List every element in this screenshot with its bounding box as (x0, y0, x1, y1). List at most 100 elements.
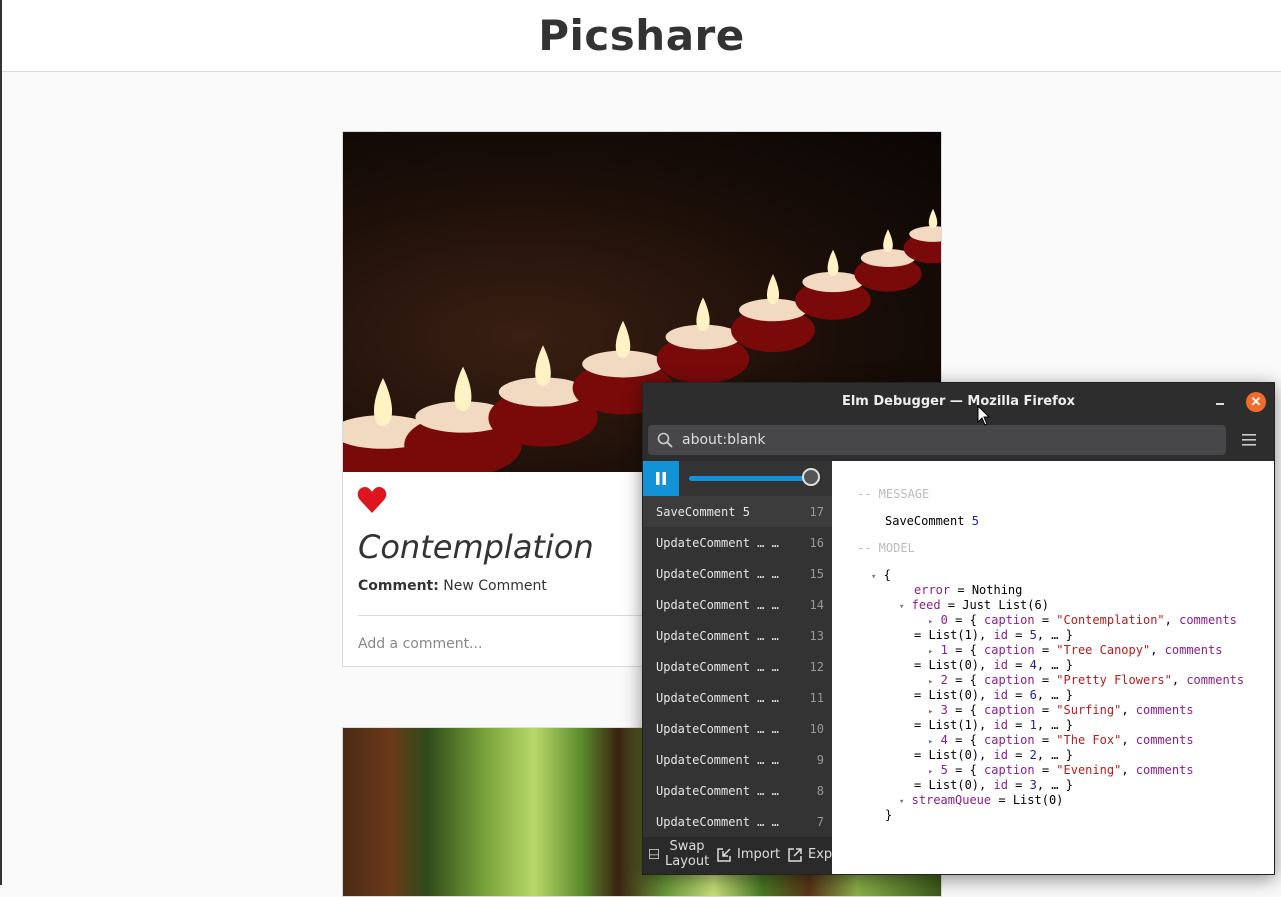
field-value: List(0) (1012, 793, 1064, 807)
comment: Comment: New Comment (358, 578, 547, 594)
comment-input[interactable] (358, 632, 648, 656)
caption-key: caption (984, 643, 1035, 657)
feed-item[interactable]: ▸ 0 = { caption = "Contemplation", comme… (928, 613, 1237, 627)
comments-key: comments (1135, 733, 1194, 747)
caption-key: caption (984, 673, 1035, 687)
expand-caret-icon[interactable]: ▾ (899, 602, 904, 612)
layout-icon (649, 849, 659, 859)
message-item[interactable]: UpdateComment … … 15 (643, 558, 832, 589)
message-item[interactable]: UpdateComment … … 10 (643, 713, 832, 744)
field-value: Nothing (971, 583, 1023, 597)
id-key: id (993, 778, 1008, 792)
message-item[interactable]: UpdateComment … … 8 (643, 775, 832, 806)
item-index: 2 (940, 673, 948, 687)
message-section-label: -- MESSAGE (857, 487, 930, 501)
export-icon (788, 847, 802, 862)
item-id: 5 (1029, 628, 1037, 642)
comments-key: comments (1135, 703, 1194, 717)
menu-icon[interactable] (1242, 434, 1256, 446)
caption-key: caption (984, 763, 1035, 777)
candle-flame (766, 274, 780, 304)
message-item[interactable]: UpdateComment … … 13 (643, 620, 832, 651)
item-id: 1 (1029, 718, 1037, 732)
item-caption: "Tree Canopy" (1056, 643, 1151, 657)
pause-button[interactable] (643, 461, 679, 496)
message-list: SaveComment 5 17 UpdateComment … … 16 Upda… (643, 496, 832, 837)
model-field-feed[interactable]: ▾ feed = Just List(6) (899, 598, 1049, 612)
model-section-label: -- MODEL (857, 541, 915, 555)
message-name: SaveComment 5 (656, 504, 750, 519)
expand-caret-icon[interactable]: ▸ (928, 737, 933, 747)
item-id: 2 (1029, 748, 1037, 762)
candle-flame (827, 249, 839, 276)
item-caption: "Contemplation" (1056, 613, 1165, 627)
item-index: 4 (940, 733, 948, 747)
message-name: UpdateComment … … (656, 628, 779, 643)
feed-item-continuation: = List(0), id = 4, … } (914, 658, 1073, 672)
item-index: 3 (940, 703, 948, 717)
app-header: Picshare (2, 0, 1281, 72)
message-name: UpdateComment … … (656, 690, 779, 705)
feed-item-continuation: = List(1), id = 5, … } (914, 628, 1073, 642)
feed-item[interactable]: ▸ 5 = { caption = "Evening", comments (928, 763, 1194, 777)
feed-item-continuation: = List(0), id = 3, … } (914, 778, 1073, 792)
model-root[interactable]: ▾ { (871, 568, 891, 582)
expand-caret-icon[interactable]: ▸ (928, 707, 933, 717)
item-comments: List(0) (928, 778, 980, 792)
import-button[interactable]: Import (717, 847, 780, 862)
expand-caret-icon[interactable]: ▸ (928, 617, 933, 627)
message-name: UpdateComment … … (656, 783, 779, 798)
window-title: Elm Debugger — Mozilla Firefox (841, 393, 1076, 409)
id-key: id (993, 718, 1008, 732)
item-comments: List(1) (928, 628, 980, 642)
feed-item-continuation: = List(0), id = 2, … } (914, 748, 1073, 762)
message-item[interactable]: UpdateComment … … 9 (643, 744, 832, 775)
expand-caret-icon[interactable]: ▾ (899, 797, 904, 807)
expand-caret-icon[interactable]: ▸ (928, 647, 933, 657)
close-button[interactable]: ✕ (1246, 392, 1266, 412)
message-item[interactable]: SaveComment 5 17 (643, 496, 832, 527)
candle-flame (696, 297, 710, 331)
message-index: 12 (809, 659, 824, 674)
model-field-streamqueue[interactable]: ▾ streamQueue = List(0) (899, 793, 1063, 807)
message-item[interactable]: UpdateComment … … 12 (643, 651, 832, 682)
url-bar[interactable]: about:blank (648, 425, 1226, 455)
feed-item[interactable]: ▸ 3 = { caption = "Surfing", comments (928, 703, 1194, 717)
message-item[interactable]: UpdateComment … … 14 (643, 589, 832, 620)
feed-item[interactable]: ▸ 4 = { caption = "The Fox", comments (928, 733, 1194, 747)
message-name: UpdateComment … … (656, 814, 779, 829)
slider-handle[interactable] (802, 468, 820, 486)
model-field-error: error = Nothing (914, 583, 1023, 597)
comments-key: comments (1164, 643, 1223, 657)
item-comments: List(0) (928, 748, 980, 762)
item-comments: List(1) (928, 718, 980, 732)
minimize-button[interactable] (1213, 393, 1227, 407)
caption-key: caption (984, 733, 1035, 747)
message-index: 8 (816, 783, 824, 798)
message-item[interactable]: UpdateComment … … 16 (643, 527, 832, 558)
message-index: 7 (816, 814, 824, 829)
message-name: UpdateComment … … (656, 566, 779, 581)
feed-item[interactable]: ▸ 2 = { caption = "Pretty Flowers", comm… (928, 673, 1244, 687)
window-titlebar[interactable]: Elm Debugger — Mozilla Firefox ✕ (643, 383, 1274, 419)
expand-caret-icon[interactable]: ▸ (928, 767, 933, 777)
message-item[interactable]: UpdateComment … … 7 (643, 806, 832, 837)
item-caption: "Pretty Flowers" (1056, 673, 1172, 687)
message-index: 16 (809, 535, 824, 550)
history-slider[interactable] (689, 476, 813, 481)
item-id: 4 (1029, 658, 1037, 672)
id-key: id (993, 748, 1008, 762)
item-comments: List(0) (928, 688, 980, 702)
swap-layout-button[interactable]: Swap Layout (649, 839, 709, 869)
candle-flame (883, 229, 893, 252)
message-index: 14 (809, 597, 824, 612)
item-caption: "Evening" (1056, 763, 1122, 777)
heart-icon[interactable] (357, 486, 387, 514)
message-value: SaveComment 5 (885, 514, 979, 528)
expand-caret-icon[interactable]: ▾ (871, 572, 876, 582)
feed-item[interactable]: ▸ 1 = { caption = "Tree Canopy", comment… (928, 643, 1222, 657)
expand-caret-icon[interactable]: ▸ (928, 677, 933, 687)
pause-icon (656, 472, 666, 485)
message-item[interactable]: UpdateComment … … 11 (643, 682, 832, 713)
message-sidebar: SaveComment 5 17 UpdateComment … … 16 Upda… (643, 461, 851, 874)
